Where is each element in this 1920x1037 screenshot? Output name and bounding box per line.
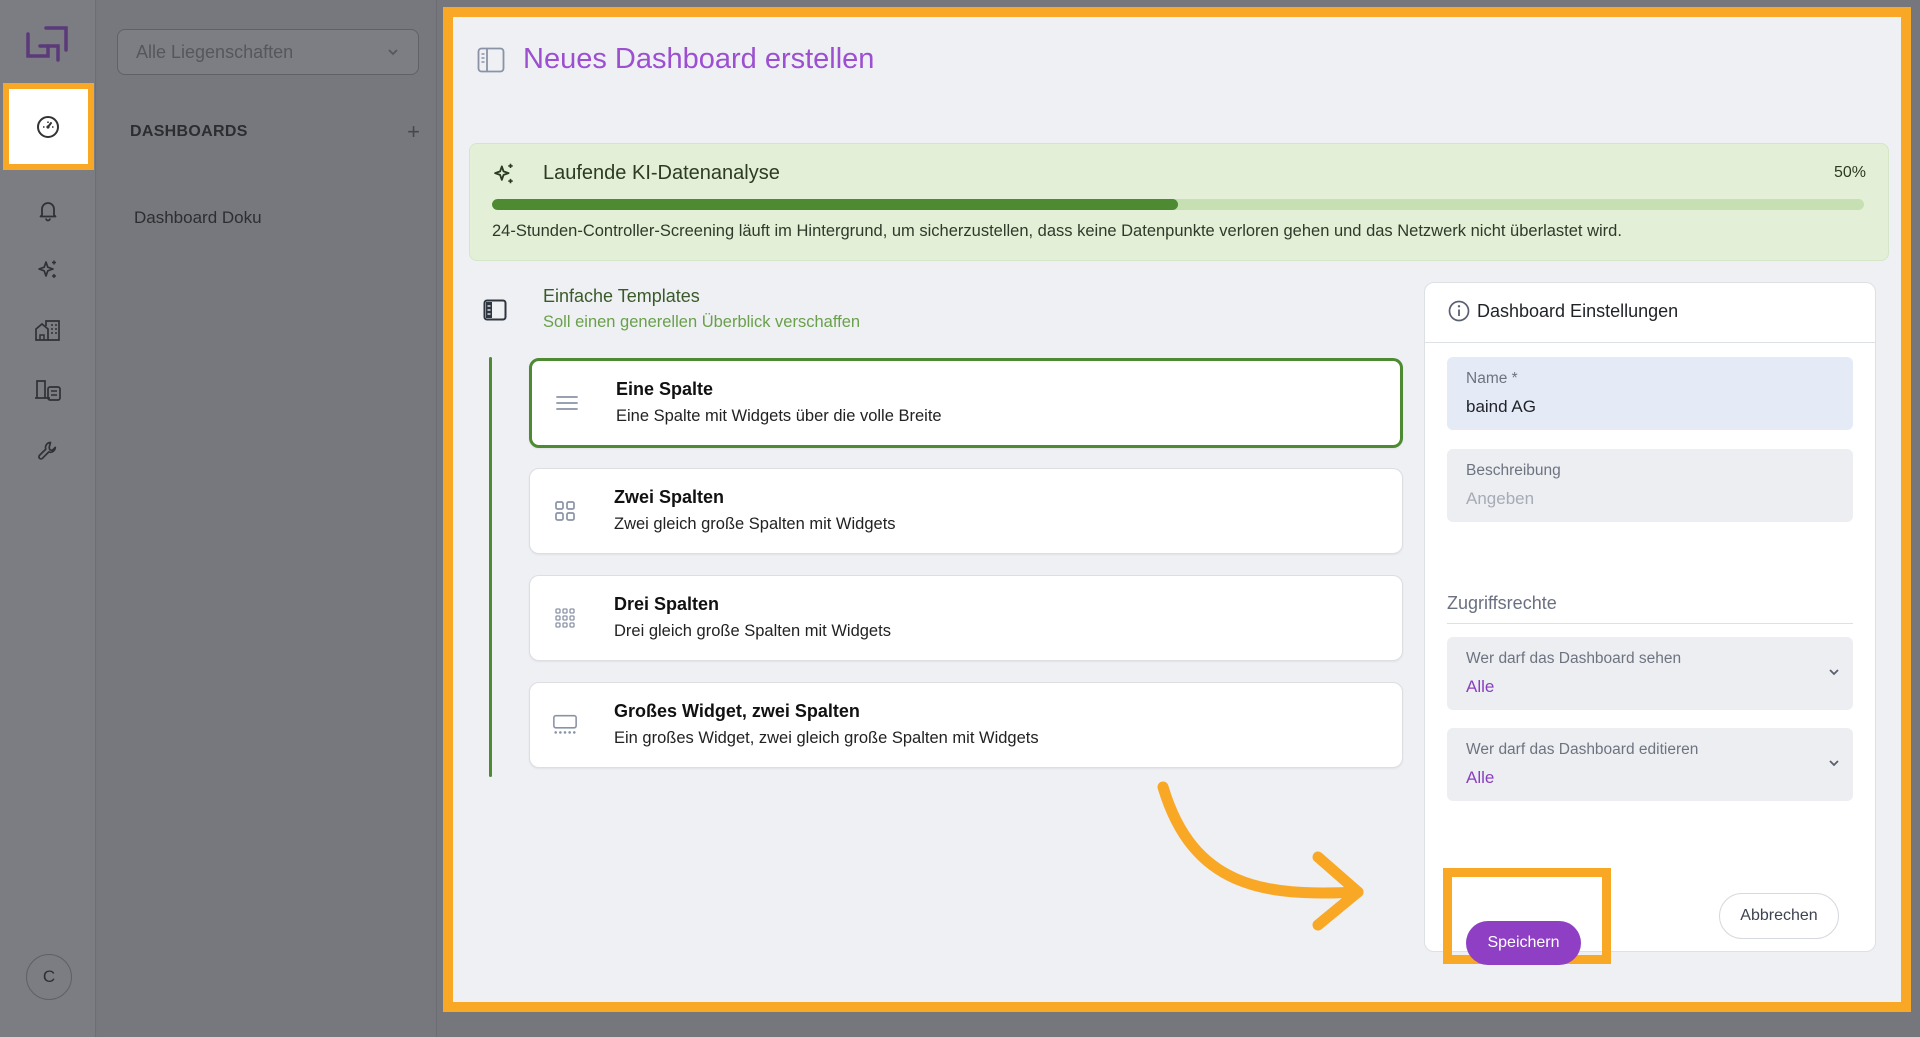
device-list-icon[interactable]	[24, 366, 72, 414]
settings-header: Dashboard Einstellungen	[1425, 283, 1875, 343]
name-field-label: Name *	[1466, 370, 1518, 387]
ai-analysis-progress-track	[492, 199, 1864, 210]
template-card-large-widget[interactable]: Großes Widget, zwei Spalten Ein großes W…	[529, 682, 1403, 768]
info-icon	[1448, 300, 1470, 322]
view-permission-select[interactable]: Wer darf das Dashboard sehen Alle	[1447, 637, 1853, 710]
save-button[interactable]: Speichern	[1466, 921, 1581, 965]
template-card-three-columns[interactable]: Drei Spalten Drei gleich große Spalten m…	[529, 575, 1403, 661]
layout-sidebar-icon	[483, 299, 507, 321]
icon-rail: C	[0, 0, 96, 1037]
description-field-label: Beschreibung	[1466, 462, 1561, 479]
dashboards-section-header: DASHBOARDS +	[130, 121, 420, 143]
ai-analysis-progress-fill	[492, 199, 1178, 210]
property-select[interactable]: Alle Liegenschaften	[117, 29, 419, 75]
ai-analysis-banner: Laufende KI-Datenanalyse 50% 24-Stunden-…	[469, 143, 1889, 261]
page-title: Neues Dashboard erstellen	[523, 43, 875, 75]
dashboards-section-title: DASHBOARDS	[130, 123, 248, 140]
description-field-placeholder: Angeben	[1466, 489, 1535, 508]
view-permission-label: Wer darf das Dashboard sehen	[1466, 650, 1682, 667]
user-avatar[interactable]: C	[26, 954, 72, 1000]
create-dashboard-modal: Neues Dashboard erstellen Laufende KI-Da…	[443, 7, 1911, 1012]
property-select-value: Alle Liegenschaften	[136, 41, 294, 62]
template-title: Eine Spalte	[616, 379, 714, 399]
template-title: Zwei Spalten	[614, 487, 725, 507]
template-card-one-column[interactable]: Eine Spalte Eine Spalte mit Widgets über…	[529, 358, 1403, 448]
template-description: Drei gleich große Spalten mit Widgets	[614, 622, 891, 640]
sparkles-icon	[494, 163, 513, 184]
sparkles-icon[interactable]	[24, 246, 72, 294]
chevron-down-icon	[1829, 760, 1839, 767]
one-column-icon	[554, 390, 580, 416]
logo-icon[interactable]	[24, 24, 72, 68]
view-permission-value: Alle	[1466, 677, 1495, 696]
arrow-annotation	[1157, 781, 1364, 931]
settings-title: Dashboard Einstellungen	[1477, 301, 1679, 321]
edit-permission-select[interactable]: Wer darf das Dashboard editieren Alle	[1447, 728, 1853, 801]
ai-analysis-percent: 50%	[1833, 164, 1866, 181]
chevron-down-icon	[388, 49, 398, 56]
ai-analysis-title: Laufende KI-Datenanalyse	[543, 162, 780, 184]
description-field[interactable]: Beschreibung Angeben	[1447, 449, 1853, 522]
template-title: Drei Spalten	[614, 594, 720, 614]
name-field[interactable]: Name * baind AG	[1447, 357, 1853, 430]
template-card-two-columns[interactable]: Zwei Spalten Zwei gleich große Spalten m…	[529, 468, 1403, 554]
three-columns-icon	[552, 605, 578, 631]
templates-subtitle: Soll einen generellen Überblick verschaf…	[543, 313, 861, 331]
dashboard-gauge-icon[interactable]	[24, 103, 72, 151]
templates-group-line	[489, 357, 492, 777]
cancel-button[interactable]: Abbrechen	[1719, 893, 1839, 939]
templates-title: Einfache Templates	[543, 286, 700, 306]
chevron-down-icon	[1829, 669, 1839, 676]
template-description: Zwei gleich große Spalten mit Widgets	[614, 515, 896, 533]
sidebar-toggle-icon[interactable]	[477, 47, 505, 73]
avatar-initial: C	[42, 967, 56, 986]
bell-icon[interactable]	[24, 186, 72, 234]
template-title: Großes Widget, zwei Spalten	[614, 701, 860, 721]
ai-analysis-description: 24-Stunden-Controller-Screening läuft im…	[492, 222, 1622, 240]
dashboard-sidebar: Alle Liegenschaften DASHBOARDS + Dashboa…	[97, 0, 437, 1037]
sidebar-item-dashboard-doku[interactable]: Dashboard Doku	[134, 208, 262, 228]
buildings-icon[interactable]	[24, 306, 72, 354]
name-field-value: baind AG	[1466, 397, 1536, 416]
edit-permission-value: Alle	[1466, 768, 1495, 787]
wrench-icon[interactable]	[24, 427, 72, 475]
access-rights-title: Zugriffsrechte	[1447, 593, 1853, 624]
dashboard-settings-panel: Dashboard Einstellungen Name * baind AG …	[1424, 282, 1876, 952]
edit-permission-label: Wer darf das Dashboard editieren	[1466, 741, 1699, 758]
two-columns-icon	[552, 498, 578, 524]
add-dashboard-button[interactable]: +	[407, 121, 420, 143]
template-description: Ein großes Widget, zwei gleich große Spa…	[614, 729, 1039, 747]
template-description: Eine Spalte mit Widgets über die volle B…	[616, 407, 942, 425]
large-widget-icon	[552, 712, 578, 738]
modal-header: Neues Dashboard erstellen	[477, 43, 874, 76]
